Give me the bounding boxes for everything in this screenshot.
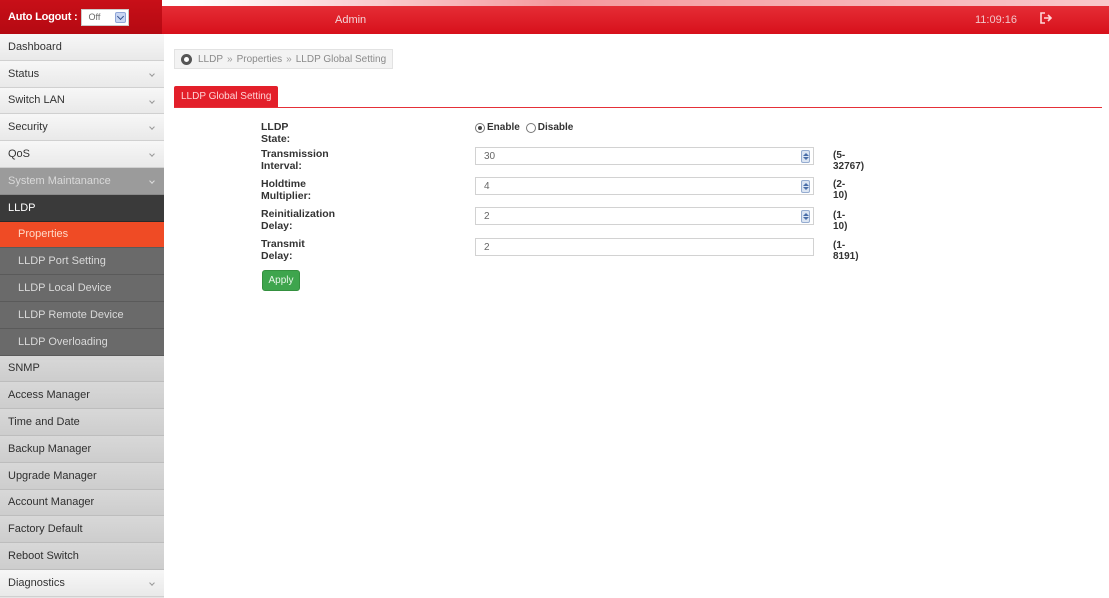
- tx-delay-label: Transmit Delay:: [261, 238, 305, 262]
- breadcrumb-item[interactable]: Properties: [237, 54, 283, 65]
- sidebar-item-label: Diagnostics: [8, 576, 65, 589]
- sidebar-item-switch-lan[interactable]: Switch LAN: [0, 87, 164, 115]
- tx-delay-range: (1-8191): [833, 240, 859, 262]
- sidebar-item-label: Time and Date: [8, 416, 80, 429]
- top-bar: Auto Logout : Off Admin 11:09:16: [0, 0, 1109, 34]
- holdtime-value: 4: [484, 180, 490, 192]
- lldp-state-radio-group: Enable Disable: [475, 122, 579, 133]
- tab-lldp-global-setting[interactable]: LLDP Global Setting: [174, 86, 279, 107]
- sidebar-item-label: LLDP Remote Device: [18, 308, 124, 321]
- logout-icon[interactable]: [1039, 11, 1053, 25]
- tx-interval-label: Transmission Interval:: [261, 148, 329, 172]
- breadcrumb-item: LLDP Global Setting: [295, 53, 387, 65]
- breadcrumb-separator: »: [286, 53, 292, 65]
- sidebar-item-lldp-remote-device[interactable]: LLDP Remote Device: [0, 301, 164, 329]
- enable-radio[interactable]: [475, 122, 485, 133]
- sidebar-item-factory-default[interactable]: Factory Default: [0, 516, 164, 544]
- auto-logout-select[interactable]: Off: [81, 8, 130, 26]
- sidebar-item-label: Account Manager: [8, 496, 95, 509]
- sidebar-item-diagnostics[interactable]: Diagnostics: [0, 569, 164, 597]
- spinner-icon[interactable]: [801, 210, 810, 223]
- chevron-down-icon: [149, 124, 155, 131]
- sidebar-item-access-manager[interactable]: Access Manager: [0, 382, 164, 410]
- chevron-down-icon: [149, 70, 155, 77]
- sidebar-item-account-manager[interactable]: Account Manager: [0, 489, 164, 517]
- chevron-down-icon: [149, 178, 155, 184]
- user-name: Admin: [335, 14, 367, 26]
- sidebar-item-system-maintenance[interactable]: System Maintanance: [0, 167, 164, 195]
- spinner-icon[interactable]: [801, 180, 810, 193]
- sidebar-item-lldp[interactable]: LLDP: [0, 194, 164, 222]
- sidebar-item-label: Properties: [18, 228, 69, 241]
- auto-logout: Auto Logout : Off: [0, 0, 162, 34]
- enable-label[interactable]: Enable: [487, 122, 520, 133]
- chevron-down-icon: [149, 97, 155, 104]
- disable-label[interactable]: Disable: [538, 122, 574, 133]
- sidebar-item-label: Upgrade Manager: [8, 469, 97, 482]
- sidebar-item-backup-manager[interactable]: Backup Manager: [0, 435, 164, 463]
- tab-divider: [174, 107, 1102, 108]
- sidebar-item-label: Status: [8, 67, 40, 80]
- apply-button[interactable]: Apply: [262, 270, 300, 291]
- sidebar-item-label: LLDP Overloading: [18, 335, 108, 348]
- sidebar-item-properties[interactable]: Properties: [0, 221, 164, 249]
- reinit-delay-input[interactable]: 2: [475, 207, 814, 225]
- sidebar-item-label: QoS: [8, 148, 31, 161]
- holdtime-input[interactable]: 4: [475, 177, 814, 195]
- sidebar-item-upgrade-manager[interactable]: Upgrade Manager: [0, 462, 164, 490]
- sidebar-item-label: Backup Manager: [8, 442, 92, 455]
- tx-delay-input[interactable]: 2: [475, 238, 814, 256]
- sidebar-item-label: LLDP Port Setting: [18, 255, 106, 268]
- tx-interval-range: (5-32767): [833, 150, 865, 172]
- sidebar-item-label: LLDP: [8, 201, 36, 214]
- auto-logout-value: Off: [88, 12, 101, 22]
- sidebar-item-label: System Maintanance: [8, 174, 111, 187]
- sidebar-item-label: Switch LAN: [8, 94, 65, 107]
- sidebar-item-security[interactable]: Security: [0, 114, 164, 142]
- location-icon: [181, 53, 192, 65]
- sidebar-item-qos[interactable]: QoS: [0, 141, 164, 168]
- chevron-down-icon: [149, 580, 155, 586]
- sidebar-item-dashboard[interactable]: Dashboard: [0, 34, 164, 61]
- top-strip: [0, 0, 1109, 6]
- breadcrumb-item[interactable]: LLDP: [198, 54, 223, 65]
- auto-logout-label: Auto Logout :: [8, 11, 78, 23]
- breadcrumb: LLDP » Properties » LLDP Global Setting: [174, 49, 394, 69]
- tx-interval-input[interactable]: 30: [475, 147, 814, 165]
- tx-delay-value: 2: [484, 241, 490, 253]
- sidebar-item-status[interactable]: Status: [0, 60, 164, 88]
- lldp-state-label: LLDP State:: [261, 121, 291, 145]
- sidebar-item-label: Access Manager: [8, 389, 90, 402]
- sidebar-item-label: Factory Default: [8, 523, 83, 536]
- tx-interval-value: 30: [484, 150, 496, 162]
- disable-radio[interactable]: [525, 122, 536, 133]
- reinit-delay-label: Reinitialization Delay:: [261, 208, 336, 232]
- sidebar: Dashboard Status Switch LAN Security QoS…: [0, 34, 164, 598]
- sidebar-item-snmp[interactable]: SNMP: [0, 355, 164, 383]
- reinit-delay-range: (1-10): [833, 210, 848, 232]
- sidebar-item-label: Security: [8, 121, 48, 134]
- holdtime-range: (2-10): [833, 179, 848, 201]
- holdtime-label: Holdtime Multiplier:: [261, 178, 312, 202]
- sidebar-item-label: Dashboard: [8, 40, 62, 53]
- spinner-icon[interactable]: [801, 150, 810, 163]
- sidebar-item-label: Reboot Switch: [8, 550, 79, 563]
- sidebar-item-lldp-port-setting[interactable]: LLDP Port Setting: [0, 248, 164, 276]
- sidebar-item-label: LLDP Local Device: [18, 282, 112, 295]
- sidebar-item-label: SNMP: [8, 362, 40, 375]
- breadcrumb-separator: »: [227, 53, 233, 65]
- chevron-down-icon[interactable]: [115, 11, 127, 23]
- sidebar-item-time-and-date[interactable]: Time and Date: [0, 409, 164, 436]
- sidebar-item-reboot-switch[interactable]: Reboot Switch: [0, 543, 164, 570]
- sidebar-item-lldp-local-device[interactable]: LLDP Local Device: [0, 275, 164, 302]
- chevron-down-icon: [149, 151, 155, 158]
- reinit-delay-value: 2: [484, 210, 490, 222]
- sidebar-item-lldp-overloading[interactable]: LLDP Overloading: [0, 328, 164, 356]
- clock-time: 11:09:16: [975, 14, 1018, 26]
